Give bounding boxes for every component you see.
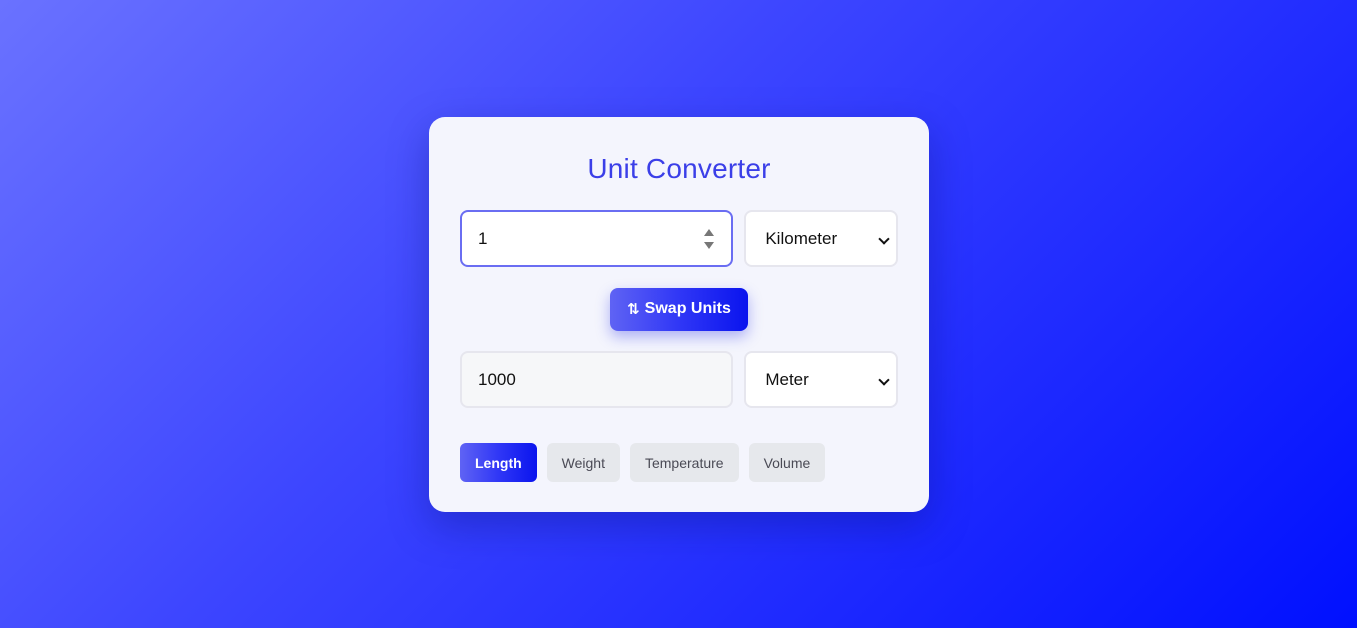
tab-weight[interactable]: Weight — [546, 443, 620, 482]
result-value: 1000 — [478, 369, 516, 389]
number-spinner-icon[interactable] — [703, 229, 715, 249]
swap-vertical-arrows-icon: ⇅ — [627, 300, 640, 318]
from-unit-selected: Kilometer — [765, 228, 838, 248]
swap-container: ⇅ Swap Units — [460, 267, 898, 351]
page-title: Unit Converter — [587, 153, 771, 184]
to-unit-select[interactable]: Meter — [744, 351, 898, 408]
from-unit-select[interactable]: Kilometer — [744, 210, 898, 267]
tab-volume[interactable]: Volume — [748, 443, 826, 482]
swap-units-label: Swap Units — [644, 300, 731, 317]
from-row: 1 Kilometer — [460, 210, 898, 267]
chevron-down-icon — [878, 374, 890, 386]
chevron-down-icon — [878, 233, 890, 245]
result-field: 1000 — [460, 351, 734, 408]
value-input-text: 1 — [478, 228, 488, 248]
swap-units-button[interactable]: ⇅ Swap Units — [610, 287, 748, 331]
converter-card: Unit Converter 1 Kilometer ⇅ Swap Units … — [429, 117, 929, 512]
category-tabs: Length Weight Temperature Volume — [460, 443, 898, 482]
tab-temperature[interactable]: Temperature — [629, 443, 739, 482]
tab-length[interactable]: Length — [460, 443, 537, 482]
to-unit-selected: Meter — [765, 369, 809, 389]
spinner-up-icon[interactable] — [704, 229, 715, 236]
value-input[interactable]: 1 — [460, 210, 734, 267]
to-row: 1000 Meter — [460, 351, 898, 408]
spinner-down-icon[interactable] — [704, 242, 715, 249]
